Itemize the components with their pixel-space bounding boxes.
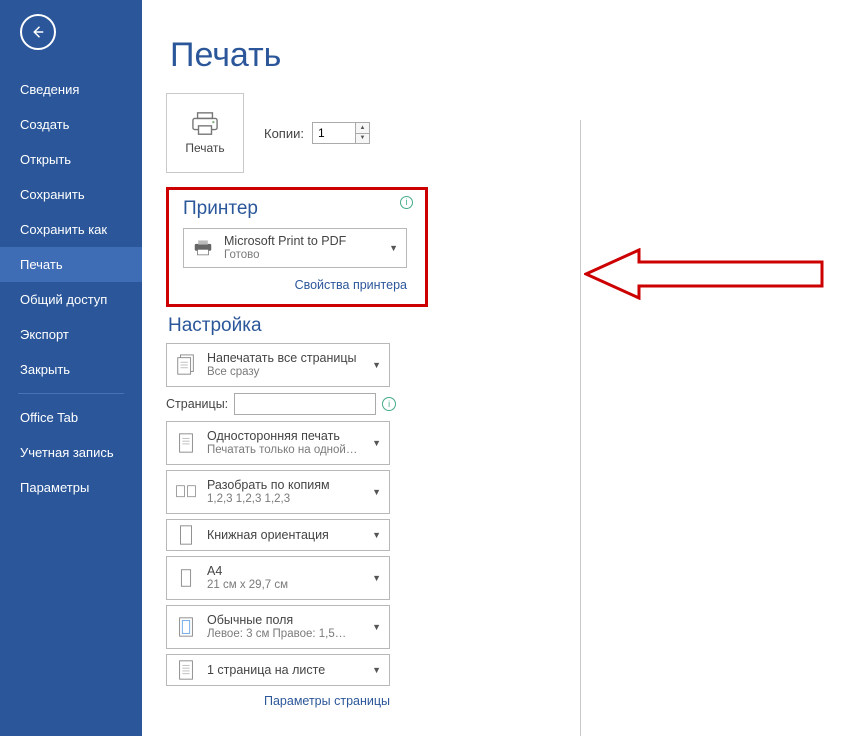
setting-print-range-sub: Все сразу [207,366,362,380]
chevron-down-icon: ▼ [389,243,398,253]
sidebar-item-save[interactable]: Сохранить [0,177,142,212]
setting-paper-name: A4 [207,564,362,579]
collate-icon [175,480,197,504]
pages-info-icon[interactable]: i [382,397,396,411]
setting-paper-sub: 21 см x 29,7 см [207,579,362,593]
setting-margins[interactable]: Обычные поля Левое: 3 см Правое: 1,5… ▼ [166,605,390,649]
printer-selector[interactable]: Microsoft Print to PDF Готово ▼ [183,228,407,268]
setting-paper[interactable]: A4 21 см x 29,7 см ▼ [166,556,390,600]
setting-sides[interactable]: Односторонняя печать Печатать только на … [166,421,390,465]
setting-print-range[interactable]: Напечатать все страницы Все сразу ▼ [166,343,390,387]
printer-icon [190,111,220,137]
page-setup-link[interactable]: Параметры страницы [166,694,390,708]
print-button-label: Печать [185,141,224,155]
printer-device-icon [192,239,214,257]
back-button[interactable] [20,14,56,50]
annotation-arrow [584,248,824,300]
chevron-down-icon: ▼ [372,622,381,632]
pages-stack-icon [175,353,197,377]
chevron-down-icon: ▼ [372,487,381,497]
sidebar-item-office-tab[interactable]: Office Tab [0,400,142,435]
setting-orientation-name: Книжная ориентация [207,528,362,543]
printer-info-icon[interactable]: i [400,196,413,209]
setting-sides-sub: Печатать только на одной… [207,444,362,458]
sidebar-item-open[interactable]: Открыть [0,142,142,177]
sidebar-item-account[interactable]: Учетная запись [0,435,142,470]
page-title: Печать [170,36,856,75]
page-lines-icon [175,658,197,682]
printer-name: Microsoft Print to PDF [224,234,379,249]
setting-pages-per-sheet[interactable]: 1 страница на листе ▼ [166,654,390,686]
pages-label: Страницы: [166,397,228,411]
setting-margins-name: Обычные поля [207,613,362,628]
setting-margins-sub: Левое: 3 см Правое: 1,5… [207,628,362,642]
chevron-down-icon: ▼ [372,438,381,448]
copies-spinner[interactable]: ▲▼ [355,123,369,143]
copies-label: Копии: [264,126,304,141]
setting-sides-name: Односторонняя печать [207,429,362,444]
backstage-sidebar: Сведения Создать Открыть Сохранить Сохра… [0,0,142,736]
setting-orientation[interactable]: Книжная ориентация ▼ [166,519,390,551]
paper-icon [175,566,197,590]
sidebar-item-close[interactable]: Закрыть [0,352,142,387]
sidebar-item-export[interactable]: Экспорт [0,317,142,352]
main-panel: Печать Печать Копии: ▲▼ i [142,0,856,736]
chevron-down-icon: ▼ [372,360,381,370]
printer-heading: Принтер [183,198,411,220]
setting-print-range-name: Напечатать все страницы [207,351,362,366]
sidebar-item-share[interactable]: Общий доступ [0,282,142,317]
setting-per-sheet-name: 1 страница на листе [207,663,362,678]
chevron-down-icon: ▼ [372,530,381,540]
printer-properties-link[interactable]: Свойства принтера [183,278,407,292]
printer-section-highlight: i Принтер Microsoft Print to PDF Готово … [166,187,428,307]
pages-input[interactable] [234,393,376,415]
page-single-icon [175,431,197,455]
print-button[interactable]: Печать [166,93,244,173]
setting-collate[interactable]: Разобрать по копиям 1,2,3 1,2,3 1,2,3 ▼ [166,470,390,514]
vertical-divider [580,120,581,736]
setting-collate-sub: 1,2,3 1,2,3 1,2,3 [207,493,362,507]
printer-status: Готово [224,249,379,263]
sidebar-item-options[interactable]: Параметры [0,470,142,505]
sidebar-item-saveas[interactable]: Сохранить как [0,212,142,247]
chevron-down-icon: ▼ [372,665,381,675]
chevron-down-icon: ▼ [372,573,381,583]
margins-icon [175,615,197,639]
arrow-left-annotation-icon [584,248,824,300]
sidebar-separator [18,393,124,394]
portrait-icon [175,523,197,547]
setting-collate-name: Разобрать по копиям [207,478,362,493]
settings-heading: Настройка [168,315,396,337]
arrow-left-icon [29,23,47,41]
sidebar-item-print[interactable]: Печать [0,247,142,282]
sidebar-item-info[interactable]: Сведения [0,72,142,107]
sidebar-item-new[interactable]: Создать [0,107,142,142]
